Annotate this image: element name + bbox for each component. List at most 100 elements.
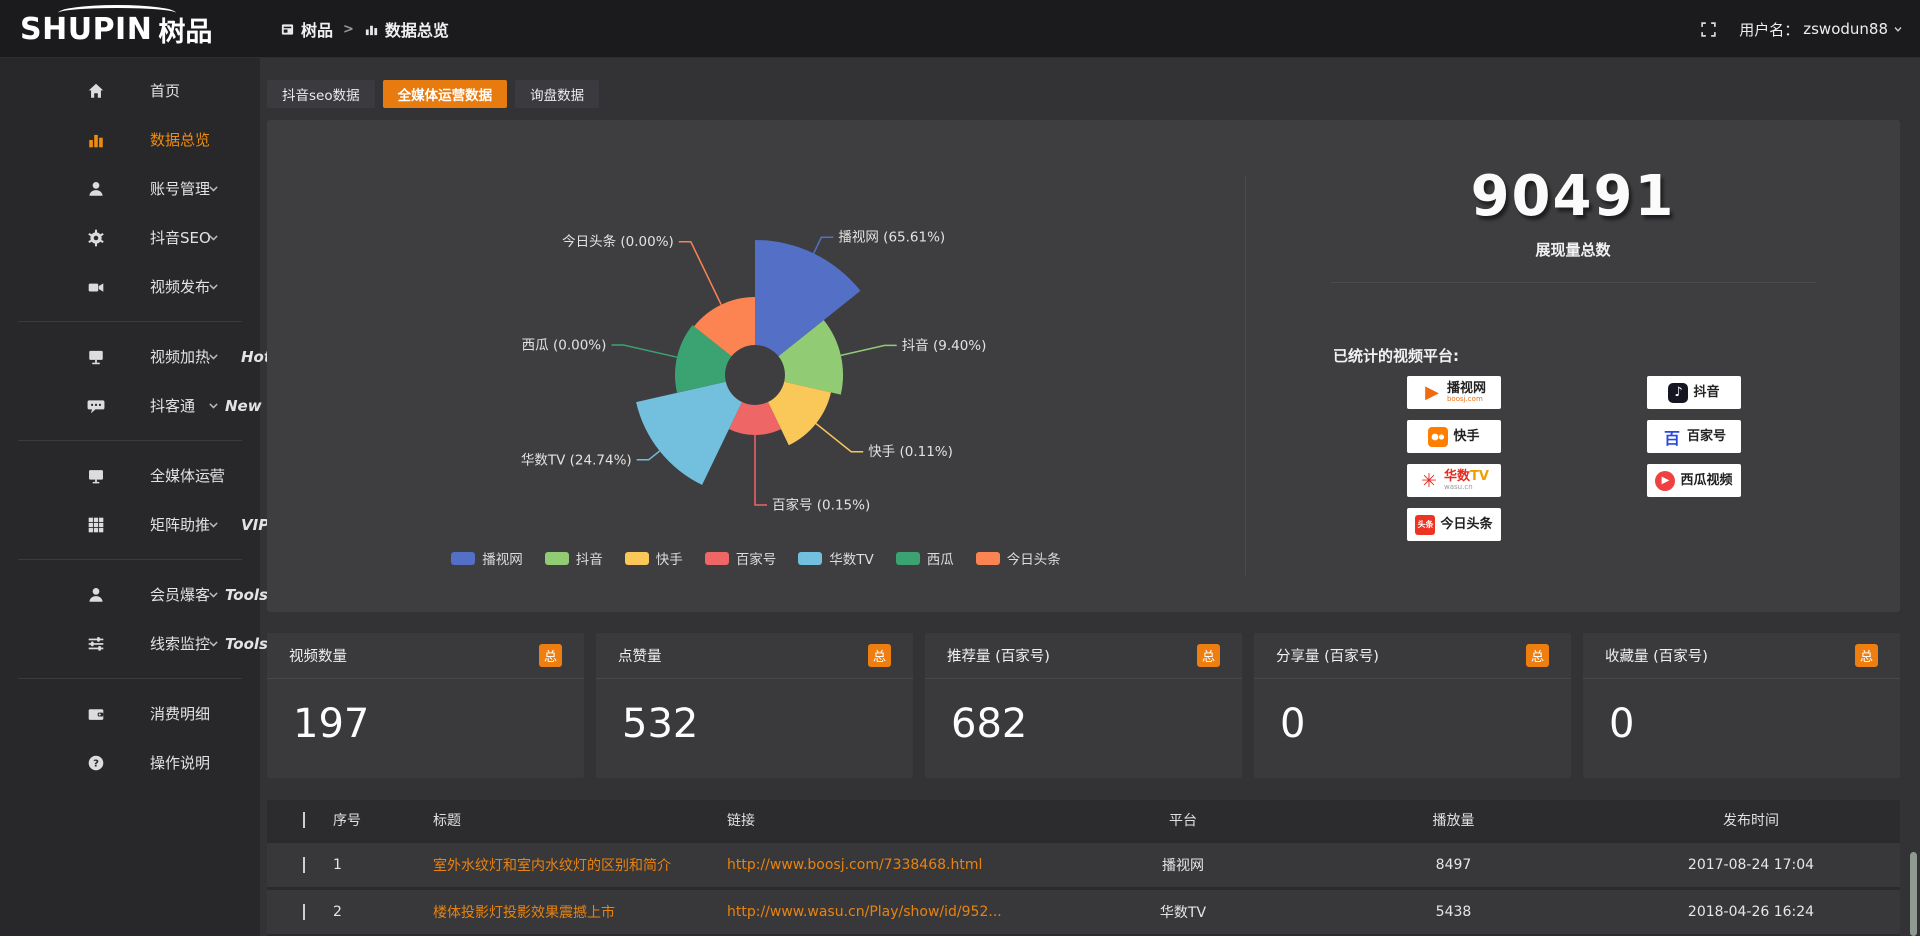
pie-label-line <box>755 435 767 505</box>
total-badge[interactable]: 总 <box>539 644 562 667</box>
sidebar-divider <box>18 321 242 322</box>
legend-item[interactable]: 播视网 <box>451 548 523 568</box>
row-checkbox[interactable] <box>303 857 305 873</box>
cell-url-link[interactable]: http://www.boosj.com/7338468.html <box>713 857 1061 873</box>
pie-label: 播视网 (65.61%) <box>838 230 945 246</box>
pie-label-line <box>637 451 660 460</box>
user-zone: 用户名：zswodun88 <box>1700 0 1904 58</box>
tab-douyin-seo-data[interactable]: 抖音seo数据 <box>267 80 375 108</box>
vip-badge: VIP <box>241 516 269 534</box>
sidebar-item-data-overview[interactable]: 数据总览 <box>0 115 260 164</box>
pie-label-line <box>814 237 834 253</box>
pie-label-line <box>679 242 721 305</box>
platform-xigua[interactable]: ▶ 西瓜视频 <box>1647 464 1741 497</box>
legend-swatch <box>896 552 920 565</box>
sidebar-item-home[interactable]: 首页 <box>0 66 260 115</box>
cell-platform: 播视网 <box>1061 855 1305 875</box>
breadcrumb-item-home[interactable]: 树品 <box>280 17 333 41</box>
platform-toutiao[interactable]: 头条 今日头条 <box>1407 508 1501 541</box>
breadcrumb-item-current[interactable]: 数据总览 <box>364 17 449 41</box>
sidebar-item-account-management[interactable]: 账号管理 <box>0 164 260 213</box>
total-badge[interactable]: 总 <box>1197 644 1220 667</box>
sidebar-item-media-operations[interactable]: 全媒体运营 <box>0 451 260 500</box>
sidebar-item-video-heat[interactable]: 视频加热 Hot <box>0 332 260 381</box>
chevron-down-icon <box>207 469 220 482</box>
data-tabs: 抖音seo数据 全媒体运营数据 询盘数据 <box>267 80 599 108</box>
breadcrumb: 树品 > 数据总览 <box>280 0 449 58</box>
chevron-down-icon <box>207 518 220 531</box>
platforms-label: 已统计的视频平台: <box>1333 345 1459 366</box>
total-badge[interactable]: 总 <box>1526 644 1549 667</box>
breadcrumb-separator: > <box>343 22 354 37</box>
app-logo[interactable]: SHUPIN 树品 <box>20 9 240 49</box>
platform-boosj[interactable]: ▶ 播视网boosj.com <box>1407 376 1501 409</box>
select-all-checkbox[interactable] <box>303 812 305 828</box>
douyin-logo-icon: ♪ <box>1668 383 1688 403</box>
baijiahao-logo-icon: 百 <box>1662 427 1682 447</box>
total-badge[interactable]: 总 <box>1855 644 1878 667</box>
chevron-down-icon <box>207 350 220 363</box>
pie-label: 西瓜 (0.00%) <box>522 338 607 354</box>
platform-baijiahao[interactable]: 百 百家号 <box>1647 420 1741 453</box>
member-icon <box>86 585 106 605</box>
card-value: 682 <box>925 679 1242 747</box>
username-value: zswodun88 <box>1803 20 1888 38</box>
legend-item[interactable]: 抖音 <box>545 548 603 568</box>
legend-swatch <box>976 552 1000 565</box>
chevron-down-icon <box>207 399 220 412</box>
page-scrollbar-thumb[interactable] <box>1910 852 1917 936</box>
total-badge[interactable]: 总 <box>868 644 891 667</box>
sidebar-divider <box>18 440 242 441</box>
sidebar-divider <box>18 678 242 679</box>
chevron-down-icon <box>207 588 220 601</box>
video-table: 序号 标题 链接 平台 播放量 发布时间 1 室外水纹灯和室内水纹灯的区别和简介… <box>267 800 1900 936</box>
pie-slice[interactable] <box>768 382 831 446</box>
chevron-down-icon <box>1892 23 1904 35</box>
sidebar-item-spending-details[interactable]: 消费明细 <box>0 689 260 738</box>
topbar: SHUPIN 树品 树品 > 数据总览 用户名：zswodun88 <box>0 0 1920 58</box>
pie-slice[interactable] <box>636 382 742 485</box>
username-menu[interactable]: 用户名：zswodun88 <box>1739 19 1904 40</box>
card-likes: 点赞量总 532 <box>596 633 913 778</box>
fullscreen-icon[interactable] <box>1700 21 1717 38</box>
legend-item[interactable]: 快手 <box>625 548 683 568</box>
platform-kuaishou[interactable]: 快手 <box>1407 420 1501 453</box>
sidebar-item-member-baoke[interactable]: 会员爆客 Tools <box>0 570 260 619</box>
sidebar-item-leads-monitor[interactable]: 线索监控 Tools <box>0 619 260 668</box>
rose-pie-chart[interactable]: 播视网 (65.61%)抖音 (9.40%)快手 (0.11%)百家号 (0.1… <box>267 120 1245 560</box>
pie-label: 抖音 (9.40%) <box>902 337 987 354</box>
platform-douyin[interactable]: ♪ 抖音 <box>1647 376 1741 409</box>
sidebar: 首页 数据总览 账号管理 抖音SEO 视频发布 视频加热 Hot 抖客通 New… <box>0 58 260 936</box>
monitor-icon <box>86 466 106 486</box>
summary-divider <box>1331 282 1816 283</box>
cell-title-link[interactable]: 楼体投影灯投影效果震撼上市 <box>419 902 713 922</box>
sidebar-item-help[interactable]: ? 操作说明 <box>0 738 260 787</box>
platform-wasu[interactable]: ✳ 华数TV wasu.cn <box>1407 464 1501 497</box>
legend-item[interactable]: 华数TV <box>798 548 873 568</box>
boosj-logo-icon: ▶ <box>1422 383 1442 403</box>
card-value: 197 <box>267 679 584 747</box>
kuaishou-logo-icon <box>1428 427 1448 447</box>
sidebar-item-matrix-boost[interactable]: 矩阵助推 VIP <box>0 500 260 549</box>
sidebar-item-douyin-seo[interactable]: 抖音SEO <box>0 213 260 262</box>
chevron-down-icon <box>207 182 220 195</box>
cell-url-link[interactable]: http://www.wasu.cn/Play/show/id/952... <box>713 904 1061 920</box>
legend-item[interactable]: 西瓜 <box>896 548 954 568</box>
chevron-down-icon <box>207 637 220 650</box>
username-label: 用户名： <box>1739 19 1799 40</box>
app-window-icon <box>280 22 295 37</box>
video-camera-icon <box>86 277 106 297</box>
legend-item[interactable]: 百家号 <box>705 548 777 568</box>
row-checkbox[interactable] <box>303 904 305 920</box>
chart-legend: 播视网 抖音 快手 百家号 华数TV 西瓜 今日头条 <box>267 548 1245 568</box>
tab-media-operation-data[interactable]: 全媒体运营数据 <box>383 80 508 108</box>
sidebar-item-doukezhong[interactable]: 抖客通 New <box>0 381 260 430</box>
legend-item[interactable]: 今日头条 <box>976 548 1061 568</box>
tab-inquiry-data[interactable]: 询盘数据 <box>515 80 599 108</box>
legend-swatch <box>705 552 729 565</box>
sidebar-item-video-publish[interactable]: 视频发布 <box>0 262 260 311</box>
cell-title-link[interactable]: 室外水纹灯和室内水纹灯的区别和简介 <box>419 855 713 875</box>
xigua-logo-icon: ▶ <box>1655 471 1675 491</box>
grid-icon <box>86 515 106 535</box>
card-favorites: 收藏量 (百家号)总 0 <box>1583 633 1900 778</box>
